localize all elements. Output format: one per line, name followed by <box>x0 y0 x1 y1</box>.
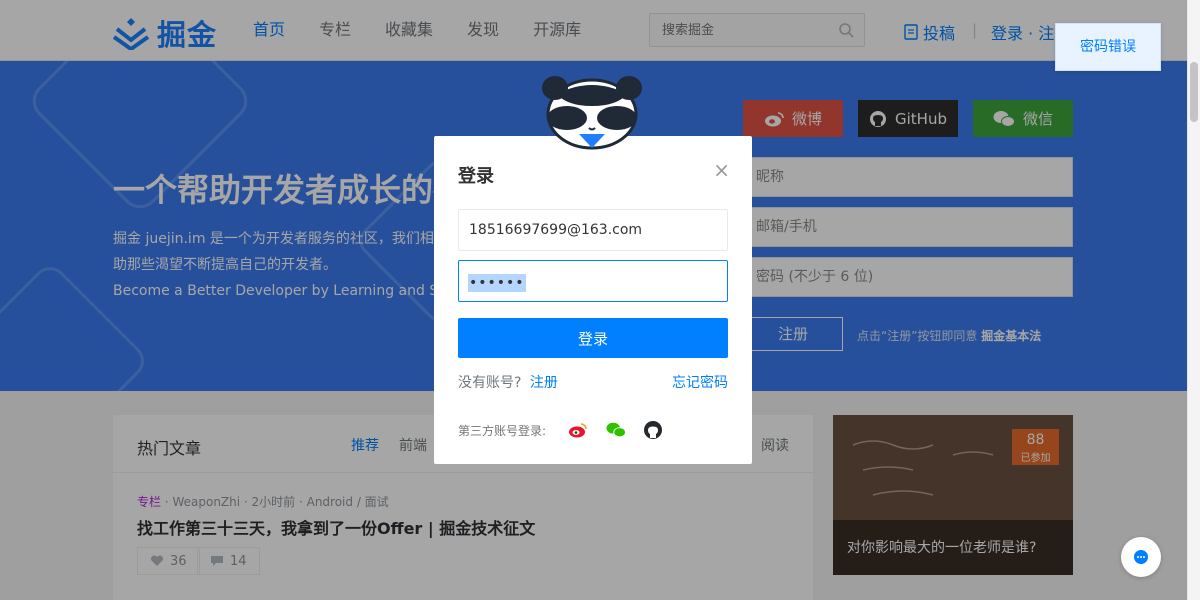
wechat-icon[interactable] <box>606 420 626 440</box>
chat-button[interactable] <box>1121 537 1161 577</box>
register-link[interactable]: 注册 <box>530 375 558 391</box>
scrollbar-thumb[interactable] <box>1190 62 1198 122</box>
login-modal: 登录 × •••••• 登录 没有账号? 注册 忘记密码 第三方账号登录: <box>434 136 752 464</box>
no-account-label: 没有账号? <box>458 375 522 391</box>
chat-bubble-icon <box>1134 550 1148 564</box>
no-account-text: 没有账号? 注册 <box>458 372 558 392</box>
login-button[interactable]: 登录 <box>458 318 728 358</box>
email-field[interactable] <box>458 209 728 251</box>
third-party-label: 第三方账号登录: <box>458 424 547 438</box>
forgot-password-link[interactable]: 忘记密码 <box>672 372 728 392</box>
page-scrollbar[interactable] <box>1187 0 1200 600</box>
modal-title: 登录 <box>458 166 494 187</box>
weibo-icon[interactable] <box>568 420 588 440</box>
github-icon[interactable] <box>643 420 663 440</box>
password-masked-value: •••••• <box>468 274 526 292</box>
panda-mascot-icon <box>542 76 642 150</box>
error-toast: 密码错误 <box>1055 23 1161 71</box>
close-icon[interactable]: × <box>713 160 730 180</box>
